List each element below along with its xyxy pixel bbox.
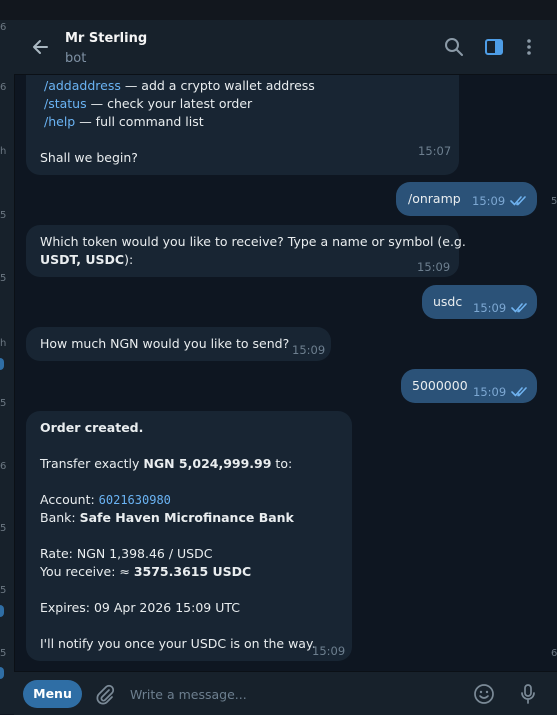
double-check-icon bbox=[511, 387, 527, 397]
transfer-prefix: Transfer exactly bbox=[40, 456, 144, 471]
bank-line: Bank: Safe Haven Microfinance Bank bbox=[40, 509, 338, 527]
chat-list-hint: 6 bbox=[0, 22, 7, 33]
message-text: Which token would you like to receive? T… bbox=[40, 234, 466, 249]
message-text: ): bbox=[124, 252, 134, 267]
message-input[interactable] bbox=[130, 681, 460, 707]
bot-message-order: Order created. Transfer exactly NGN 5,02… bbox=[26, 411, 352, 661]
message-text: 5000000 bbox=[412, 378, 468, 393]
unread-indicator bbox=[0, 667, 4, 679]
message-time: 15:09 bbox=[312, 644, 346, 658]
message-time: 15:09 bbox=[417, 260, 451, 274]
chat-header: Mr Sterling bot bbox=[14, 20, 557, 75]
unread-indicator bbox=[0, 605, 4, 617]
command-line: /status — check your latest order bbox=[40, 95, 445, 113]
command-link[interactable]: /addaddress bbox=[44, 78, 121, 93]
chat-list-hint: 5 bbox=[0, 648, 7, 659]
user-message: /onramp 15:09 bbox=[396, 182, 537, 216]
chat-list-hint: 6 bbox=[0, 461, 7, 472]
transfer-line: Transfer exactly NGN 5,024,999.99 to: bbox=[40, 455, 338, 473]
message-time: 15:09 bbox=[472, 194, 506, 208]
message-text: /onramp bbox=[408, 191, 461, 206]
message-list[interactable]: /addaddress — add a crypto wallet addres… bbox=[14, 75, 549, 670]
bank-name: Safe Haven Microfinance Bank bbox=[79, 510, 294, 525]
transfer-suffix: to: bbox=[271, 456, 293, 471]
right-edge-hint: 5 bbox=[551, 196, 557, 207]
message-text: How much NGN would you like to send? bbox=[40, 336, 290, 351]
notify-line: I'll notify you once your USDC is on the… bbox=[40, 636, 316, 651]
transfer-amount: NGN 5,024,999.99 bbox=[143, 456, 272, 471]
rate-line: Rate: NGN 1,398.46 / USDC bbox=[40, 546, 213, 561]
receive-amount: 3575.3615 USDC bbox=[133, 564, 252, 579]
message-time: 15:09 bbox=[473, 385, 507, 399]
message-composer: Menu bbox=[14, 671, 557, 715]
chat-list-hint: 5 bbox=[0, 523, 7, 534]
window-top-strip bbox=[0, 0, 557, 20]
user-message: usdc 15:09 bbox=[422, 285, 537, 319]
more-vert-icon[interactable] bbox=[519, 37, 539, 57]
paperclip-icon[interactable] bbox=[94, 683, 116, 705]
chat-list-hint: 5 bbox=[0, 585, 7, 596]
back-arrow-icon[interactable] bbox=[31, 38, 49, 56]
double-check-icon bbox=[510, 196, 526, 206]
command-link[interactable]: /status bbox=[44, 96, 87, 111]
bot-message: How much NGN would you like to send? 15:… bbox=[26, 327, 331, 361]
order-heading: Order created. bbox=[40, 420, 144, 435]
command-description: — full command list bbox=[75, 114, 204, 129]
command-description: — add a crypto wallet address bbox=[120, 78, 315, 93]
message-time: 15:09 bbox=[292, 343, 326, 357]
bot-message-welcome: /addaddress — add a crypto wallet addres… bbox=[26, 75, 459, 175]
account-number[interactable]: 6021630980 bbox=[99, 493, 171, 507]
message-text: usdc bbox=[433, 294, 463, 309]
unread-indicator bbox=[0, 358, 4, 370]
user-message: 5000000 15:09 bbox=[401, 369, 537, 403]
emoji-icon[interactable] bbox=[473, 683, 495, 705]
receive-label: You receive: ≈ bbox=[40, 564, 134, 579]
right-edge: 5 6 bbox=[549, 20, 557, 714]
search-icon[interactable] bbox=[444, 37, 464, 57]
command-line: /addaddress — add a crypto wallet addres… bbox=[40, 77, 445, 95]
account-line: Account: 6021630980 bbox=[40, 491, 338, 509]
message-time: 15:09 bbox=[473, 301, 507, 315]
bank-label: Bank: bbox=[40, 510, 80, 525]
chat-title[interactable]: Mr Sterling bbox=[65, 31, 147, 46]
token-examples: USDT, USDC bbox=[40, 252, 125, 267]
menu-button[interactable]: Menu bbox=[23, 680, 82, 708]
chat-subtitle: bot bbox=[65, 51, 87, 66]
double-check-icon bbox=[511, 303, 527, 313]
chat-list-hint: 5 bbox=[0, 210, 7, 221]
command-description: — check your latest order bbox=[86, 96, 253, 111]
chat-list-hint: h bbox=[0, 338, 7, 349]
expires-line: Expires: 09 Apr 2026 15:09 UTC bbox=[40, 600, 240, 615]
right-edge-hint: 6 bbox=[551, 648, 557, 659]
chat-list-edge: 6 6 h 5 5 h 5 6 5 5 5 bbox=[0, 20, 15, 714]
chat-list-hint: 5 bbox=[0, 398, 7, 409]
microphone-icon[interactable] bbox=[519, 683, 537, 705]
message-text: Shall we begin? bbox=[40, 150, 138, 165]
chat-list-hint: 5 bbox=[0, 273, 7, 284]
chat-list-hint: 6 bbox=[0, 82, 7, 93]
chat-list-hint: h bbox=[0, 146, 7, 157]
message-time: 15:07 bbox=[418, 144, 452, 158]
receive-line: You receive: ≈ 3575.3615 USDC bbox=[40, 563, 338, 581]
account-label: Account: bbox=[40, 492, 99, 507]
bot-message: Which token would you like to receive? T… bbox=[26, 225, 466, 277]
command-link[interactable]: /help bbox=[44, 114, 75, 129]
sidebar-toggle-icon[interactable] bbox=[484, 37, 504, 57]
message-text-line: USDT, USDC): bbox=[40, 251, 445, 269]
command-line: /help — full command list bbox=[40, 113, 445, 131]
